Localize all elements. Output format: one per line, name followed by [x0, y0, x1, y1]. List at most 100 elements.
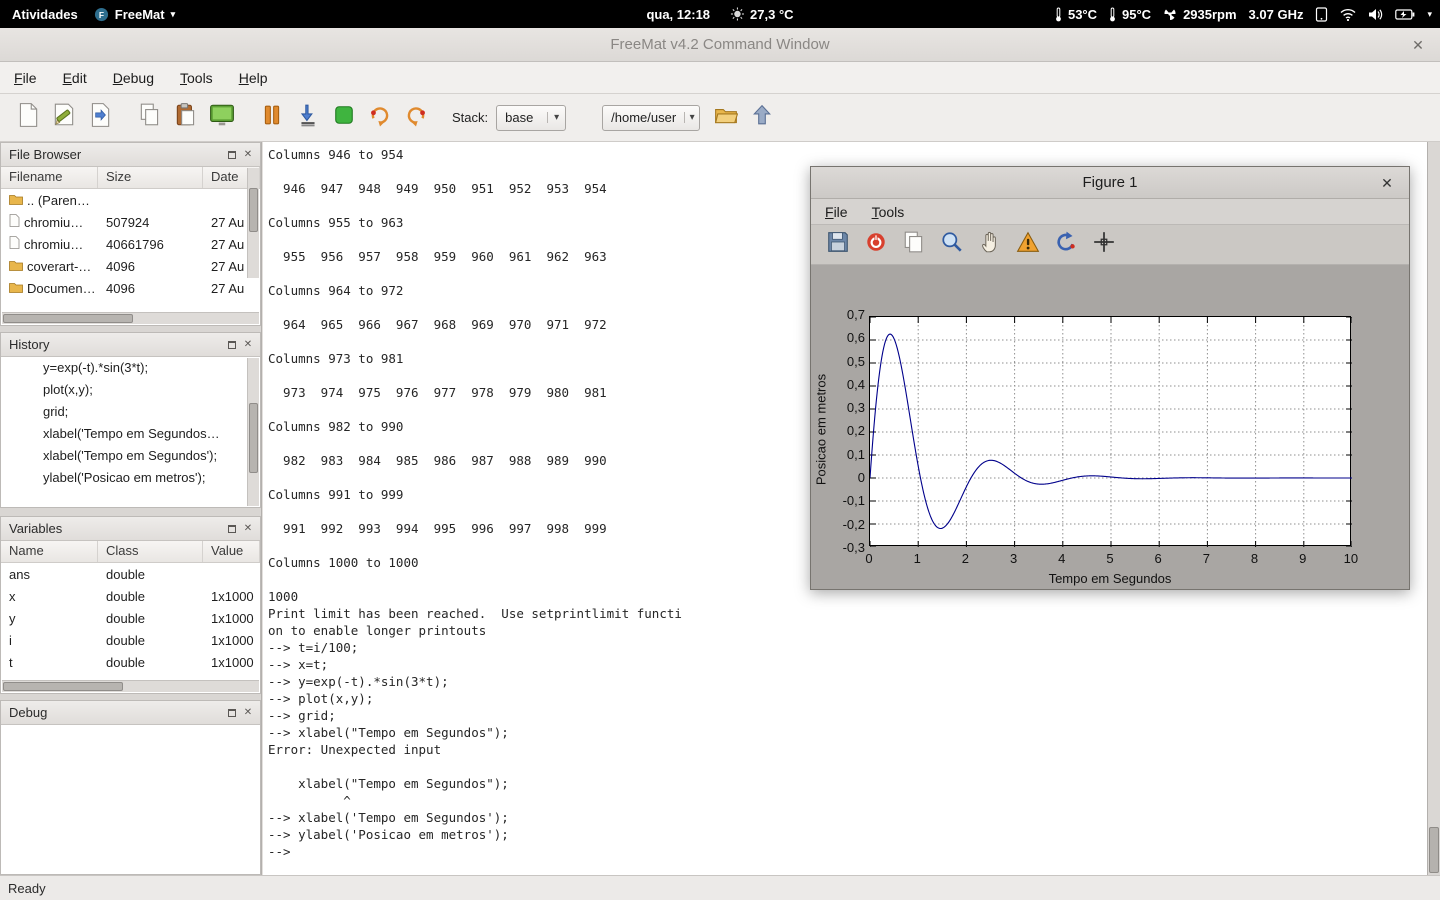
column-value[interactable]: Value — [203, 541, 260, 562]
open-folder-button[interactable] — [708, 99, 744, 137]
editor-window-button[interactable] — [204, 99, 240, 137]
status-bar: Ready — [0, 875, 1440, 900]
column-filename[interactable]: Filename — [1, 167, 98, 188]
menu-file[interactable]: File — [14, 70, 37, 86]
window-close-icon[interactable]: ✕ — [1408, 35, 1428, 55]
history-item[interactable]: plot(x,y); — [1, 379, 260, 401]
tray-caret-icon[interactable]: ▾ — [1427, 0, 1432, 28]
new-file-button[interactable] — [10, 99, 46, 137]
pan-button[interactable] — [975, 230, 1005, 260]
vertical-scrollbar[interactable] — [247, 168, 259, 278]
tray-device-icon[interactable] — [1315, 0, 1328, 28]
clock[interactable]: qua, 12:18 — [646, 0, 710, 28]
table-row[interactable]: idouble1x1000 — [1, 629, 260, 651]
float-panel-icon[interactable] — [224, 705, 240, 721]
close-panel-icon[interactable]: ✕ — [240, 337, 256, 353]
x-axis-label: Tempo em Segundos — [969, 571, 1251, 586]
volume-icon[interactable] — [1368, 0, 1383, 28]
table-row[interactable]: .. (Paren… — [1, 189, 260, 211]
fan-speed-indicator[interactable]: 2935rpm — [1163, 0, 1236, 28]
column-class[interactable]: Class — [98, 541, 203, 562]
power-button[interactable] — [861, 230, 891, 260]
weather-indicator[interactable]: 27,3 °C — [730, 0, 794, 28]
figure-titlebar: Figure 1 ✕ — [811, 167, 1409, 199]
plot-curve — [870, 317, 1352, 547]
pause-button[interactable] — [254, 99, 290, 137]
step-over-button[interactable] — [398, 99, 434, 137]
copy-button[interactable] — [132, 99, 168, 137]
table-row[interactable]: ydouble1x1000 — [1, 607, 260, 629]
run-icon — [333, 104, 355, 131]
path-select[interactable]: /home/user ▾ — [602, 105, 700, 131]
close-panel-icon[interactable]: ✕ — [240, 147, 256, 163]
close-panel-icon[interactable]: ✕ — [240, 705, 256, 721]
menu-help[interactable]: Help — [239, 70, 268, 86]
up-directory-button[interactable] — [744, 99, 780, 137]
step-in-button[interactable] — [362, 99, 398, 137]
horizontal-scrollbar[interactable] — [2, 312, 259, 324]
file-browser-panel: File Browser ✕ Filename Size Date .. (Pa… — [0, 142, 261, 326]
paste-icon — [174, 102, 198, 133]
table-row[interactable]: xdouble1x1000 — [1, 585, 260, 607]
figure-title: Figure 1 — [811, 167, 1409, 199]
history-item[interactable]: ylabel('Posicao em metros'); — [1, 467, 260, 489]
table-row[interactable]: tdouble1x1000 — [1, 651, 260, 673]
app-menu[interactable]: F FreeMat▾ — [94, 0, 175, 28]
variables-header: Variables ✕ — [1, 517, 260, 541]
figure-menu-tools[interactable]: Tools — [872, 204, 905, 220]
thermometer-icon — [1055, 7, 1062, 22]
table-row[interactable]: Documen… 4096 27 Au — [1, 277, 260, 299]
rotate-button[interactable] — [1013, 230, 1043, 260]
chevron-down-icon: ▾ — [684, 112, 699, 123]
menu-debug[interactable]: Debug — [113, 70, 154, 86]
figure-menu-file[interactable]: File — [825, 204, 848, 220]
table-row[interactable]: ansdouble — [1, 563, 260, 585]
table-row[interactable]: chromiu… 507924 27 Au — [1, 211, 260, 233]
horizontal-scrollbar[interactable] — [2, 680, 259, 692]
editor-window-icon — [209, 103, 235, 132]
close-panel-icon[interactable]: ✕ — [240, 521, 256, 537]
table-row[interactable]: coverart-… 4096 27 Au — [1, 255, 260, 277]
x-axis-tick-labels: 012345678910 — [859, 551, 1361, 566]
pause-icon — [262, 104, 282, 131]
figure-close-icon[interactable]: ✕ — [1377, 173, 1397, 193]
gpu-temp-indicator[interactable]: 95°C — [1109, 0, 1151, 28]
console-scrollbar[interactable] — [1427, 142, 1440, 875]
zoom-button[interactable] — [937, 230, 967, 260]
plot-area[interactable] — [869, 316, 1351, 546]
sun-icon — [730, 7, 744, 21]
save-file-button[interactable] — [82, 99, 118, 137]
wifi-icon[interactable] — [1340, 0, 1356, 28]
cpu-freq-indicator[interactable]: 3.07 GHz — [1249, 0, 1304, 28]
edit-script-button[interactable] — [46, 99, 82, 137]
system-top-bar: Atividades F FreeMat▾ qua, 12:18 27,3 °C… — [0, 0, 1440, 28]
run-button[interactable] — [326, 99, 362, 137]
float-panel-icon[interactable] — [224, 521, 240, 537]
history-item[interactable]: xlabel('Tempo em Segundos… — [1, 423, 260, 445]
freemat-app-icon: F — [94, 7, 109, 22]
paste-button[interactable] — [168, 99, 204, 137]
history-item[interactable]: grid; — [1, 401, 260, 423]
table-row[interactable]: chromiu… 40661796 27 Au — [1, 233, 260, 255]
menu-edit[interactable]: Edit — [63, 70, 87, 86]
step-button[interactable] — [290, 99, 326, 137]
reset-view-button[interactable] — [1051, 230, 1081, 260]
crosshair-button[interactable] — [1089, 230, 1119, 260]
battery-icon[interactable] — [1395, 0, 1415, 28]
vertical-scrollbar[interactable] — [247, 358, 259, 506]
floppy-save-icon — [826, 230, 850, 259]
column-name[interactable]: Name — [1, 541, 98, 562]
history-item[interactable]: xlabel('Tempo em Segundos'); — [1, 445, 260, 467]
column-size[interactable]: Size — [98, 167, 203, 188]
float-panel-icon[interactable] — [224, 147, 240, 163]
menu-tools[interactable]: Tools — [180, 70, 213, 86]
stack-select[interactable]: base ▾ — [496, 105, 566, 131]
history-item[interactable]: y=exp(-t).*sin(3*t); — [1, 357, 260, 379]
copy-figure-button[interactable] — [899, 230, 929, 260]
float-panel-icon[interactable] — [224, 337, 240, 353]
cpu-temp-indicator[interactable]: 53°C — [1055, 0, 1097, 28]
save-figure-button[interactable] — [823, 230, 853, 260]
file-icon — [9, 214, 20, 230]
y-axis-label: Posicao em metros — [814, 330, 829, 530]
activities-button[interactable]: Atividades — [12, 0, 78, 28]
